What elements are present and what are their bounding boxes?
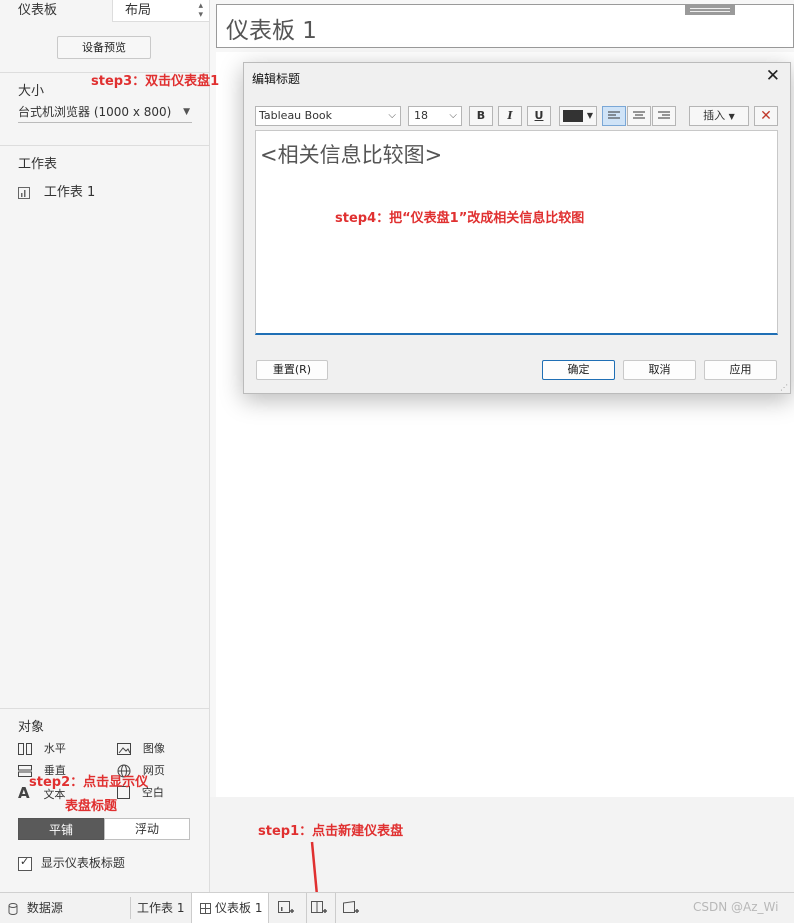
italic-button[interactable]: I — [498, 106, 522, 126]
dashboard-title: 仪表板 1 — [226, 18, 317, 44]
dialog-title: 编辑标题 — [252, 72, 301, 86]
checkbox-checked-icon: ✓ — [18, 855, 32, 871]
ok-button[interactable]: 确定 — [542, 360, 615, 380]
dropdown-arrow-icon: ▼ — [728, 112, 735, 121]
insert-label: 插入 — [703, 109, 726, 122]
dashboard-grid-icon — [200, 903, 211, 914]
object-horizontal[interactable]: 水平 — [18, 740, 66, 756]
database-icon — [8, 902, 18, 915]
sheet-tab-bar: 数据源 工作表 1 仪表板 1 CSDN @Az_Wi — [0, 892, 794, 923]
canvas-footer — [210, 797, 794, 892]
tab-datasource[interactable]: 数据源 — [8, 893, 63, 923]
annotation-step4: step4：把“仪表盘1”改成相关信息比较图 — [335, 211, 585, 226]
size-select[interactable]: 台式机浏览器 (1000 x 800) ▼ — [18, 102, 192, 123]
annotation-step1: step1：点击新建仪表盘 — [258, 824, 404, 839]
size-value: 台式机浏览器 (1000 x 800) — [18, 105, 172, 119]
tab-datasource-label: 数据源 — [26, 901, 63, 915]
align-right-icon — [658, 111, 670, 119]
annotation-step2-line2: 表盘标题 — [65, 799, 118, 814]
size-heading: 大小 — [18, 84, 45, 99]
show-title-label: 显示仪表板标题 — [40, 856, 125, 870]
new-story-button[interactable] — [343, 900, 359, 918]
divider — [0, 708, 209, 709]
underline-button[interactable]: U — [527, 106, 551, 126]
divider — [0, 145, 209, 146]
chevron-down-icon: ⌵ — [388, 110, 396, 121]
tab-dashboard1[interactable]: 仪表板 1 — [191, 893, 269, 923]
font-size-select[interactable]: 18 ⌵ — [408, 106, 462, 126]
tab-dashboard[interactable]: 仪表板 — [18, 0, 57, 22]
title-text-editor[interactable]: <相关信息比较图> — [255, 130, 778, 335]
title-text: <相关信息比较图> — [260, 143, 443, 167]
color-picker[interactable]: ▼ — [559, 106, 597, 126]
tab-dashboard1-label: 仪表板 1 — [215, 901, 263, 915]
align-right-button[interactable] — [652, 106, 676, 126]
horizontal-icon — [18, 742, 32, 755]
tiled-button[interactable]: 平铺 — [18, 818, 104, 840]
align-center-icon — [633, 111, 645, 119]
bar-chart-icon — [18, 186, 30, 199]
new-dashboard-icon — [311, 901, 327, 913]
grip-handle[interactable] — [685, 5, 735, 15]
sheet-item-label: 工作表 1 — [43, 185, 96, 200]
annotation-step2-line1: step2：点击显示仪 — [29, 775, 149, 790]
dropdown-arrow-icon: ▼ — [586, 111, 593, 120]
sheet-list-item[interactable]: 工作表 1 — [18, 181, 96, 200]
tab-sheet1[interactable]: 工作表 1 — [137, 893, 184, 923]
font-select[interactable]: Tableau Book ⌵ — [255, 106, 401, 126]
text-a-icon: A — [18, 784, 30, 802]
reset-button[interactable]: 重置(R) — [256, 360, 328, 380]
left-panel: 仪表板 布局 ▴ ▾ 设备预览 大小 台式机浏览器 (1000 x 800) ▼ … — [0, 0, 210, 892]
annotation-step3: step3：双击仪表盘1 — [91, 74, 220, 89]
align-center-button[interactable] — [627, 106, 651, 126]
font-size: 18 — [414, 109, 428, 122]
cancel-button[interactable]: 取消 — [623, 360, 696, 380]
align-left-icon — [608, 111, 620, 119]
close-icon[interactable]: ✕ — [766, 66, 780, 86]
show-title-checkbox[interactable]: ✓ 显示仪表板标题 — [18, 854, 125, 871]
insert-button[interactable]: 插入 ▼ — [689, 106, 749, 126]
updown-icon: ▴ ▾ — [198, 1, 203, 20]
object-horizontal-label: 水平 — [43, 742, 66, 755]
clear-icon[interactable]: ✕ — [754, 106, 778, 126]
apply-button[interactable]: 应用 — [704, 360, 777, 380]
bold-button[interactable]: B — [469, 106, 493, 126]
dropdown-arrow-icon: ▼ — [183, 107, 190, 117]
font-name: Tableau Book — [259, 109, 333, 122]
new-dashboard-button[interactable] — [306, 893, 336, 923]
image-icon — [117, 742, 131, 755]
object-image-label: 图像 — [142, 742, 165, 755]
sheets-heading: 工作表 — [18, 157, 58, 172]
new-story-icon — [343, 900, 359, 913]
watermark: CSDN @Az_Wi — [693, 900, 779, 914]
chevron-down-icon: ⌵ — [449, 110, 457, 121]
new-worksheet-icon — [278, 901, 294, 913]
resize-grip-icon[interactable]: ⋰ — [780, 383, 788, 392]
tab-layout[interactable]: 布局 ▴ ▾ — [112, 0, 209, 22]
edit-title-dialog: 编辑标题 ✕ Tableau Book ⌵ 18 ⌵ B I U ▼ 插入 ▼ … — [243, 62, 791, 394]
align-left-button[interactable] — [602, 106, 626, 126]
new-worksheet-button[interactable] — [278, 901, 294, 918]
tab-layout-label: 布局 — [125, 3, 152, 18]
device-preview-button[interactable]: 设备预览 — [57, 36, 151, 59]
object-image[interactable]: 图像 — [117, 740, 165, 756]
color-swatch — [563, 110, 583, 122]
objects-heading: 对象 — [18, 720, 45, 735]
divider — [130, 897, 131, 919]
dashboard-title-box[interactable]: 仪表板 1 — [216, 4, 794, 48]
floating-button[interactable]: 浮动 — [104, 818, 190, 840]
